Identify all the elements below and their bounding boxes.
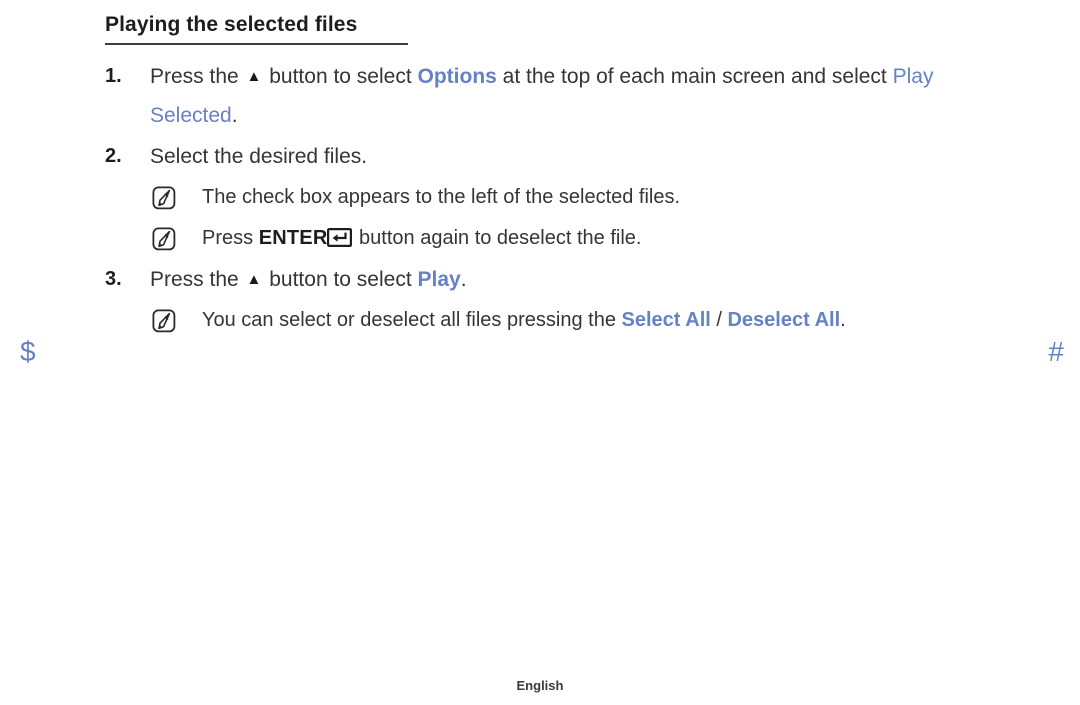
page-title: Playing the selected files xyxy=(105,13,358,36)
menu-ref-play: Play xyxy=(417,268,461,291)
step-number-3: 3. xyxy=(105,268,122,290)
step-2-seg-0: Select the desired files. xyxy=(150,145,368,168)
up-arrow-glyph: ▲ xyxy=(246,68,262,85)
step-text-2: Select the desired files. xyxy=(150,137,1080,176)
key-label-enter: ENTER xyxy=(258,227,328,249)
step-item-1: 1. Press the ▲ button to select Options … xyxy=(0,57,1080,135)
step-item-2: 2. Select the desired files. xyxy=(0,137,1080,176)
note-1-body: The check box appears to the left of the… xyxy=(202,186,681,208)
page-heading: Playing the selected files xyxy=(105,12,985,46)
note-pencil-icon xyxy=(152,227,176,251)
document-page: Playing the selected files 1. Press the … xyxy=(0,0,1080,705)
step-text-3: Press the ▲ button to select Play. xyxy=(150,260,1080,299)
step-3-seg-0: Press the xyxy=(150,268,245,291)
menu-ref-options: Options xyxy=(417,65,497,88)
step-1-seg-6: . xyxy=(231,104,238,127)
footer-language-label: English xyxy=(516,678,564,693)
step-text-1: Press the ▲ button to select Options at … xyxy=(150,57,1080,135)
menu-ref-separator: / xyxy=(710,309,728,331)
note-text-2: Press ENTER button again to deselect the… xyxy=(202,219,1080,258)
menu-ref-deselect-all: Deselect All xyxy=(727,309,841,331)
note-3-prefix: You can select or deselect all files pre… xyxy=(202,309,622,331)
up-arrow-glyph: ▲ xyxy=(246,271,262,288)
step-number-1: 1. xyxy=(105,65,122,87)
step-1-seg-2: button to select xyxy=(263,65,418,88)
note-2-prefix: Press xyxy=(202,227,259,249)
note-text-3: You can select or deselect all files pre… xyxy=(202,301,1080,340)
step-1-seg-4: at the top of each main screen and selec… xyxy=(496,65,893,88)
menu-ref-select-all: Select All xyxy=(621,309,711,331)
step-item-3: 3. Press the ▲ button to select Play. xyxy=(0,260,1080,299)
note-item-3: You can select or deselect all files pre… xyxy=(0,301,1080,340)
note-2-suffix: button again to deselect the file. xyxy=(353,227,642,249)
note-text-1: The check box appears to the left of the… xyxy=(202,178,1080,217)
heading-underline-rule xyxy=(105,43,408,46)
step-1-seg-0: Press the xyxy=(150,65,245,88)
marker-hash: # xyxy=(1048,336,1064,367)
step-number-2: 2. xyxy=(105,145,122,167)
step-3-seg-4: . xyxy=(460,268,467,291)
note-pencil-icon xyxy=(152,186,176,210)
note-item-2: Press ENTER button again to deselect the… xyxy=(0,219,1080,258)
note-pencil-icon xyxy=(152,309,176,333)
note-item-1: The check box appears to the left of the… xyxy=(0,178,1080,217)
enter-key-icon xyxy=(327,228,353,247)
marker-dollar: $ xyxy=(20,336,36,367)
step-3-seg-2: button to select xyxy=(263,268,418,291)
note-3-suffix: . xyxy=(840,309,846,331)
instructions-body: 1. Press the ▲ button to select Options … xyxy=(0,57,1080,342)
